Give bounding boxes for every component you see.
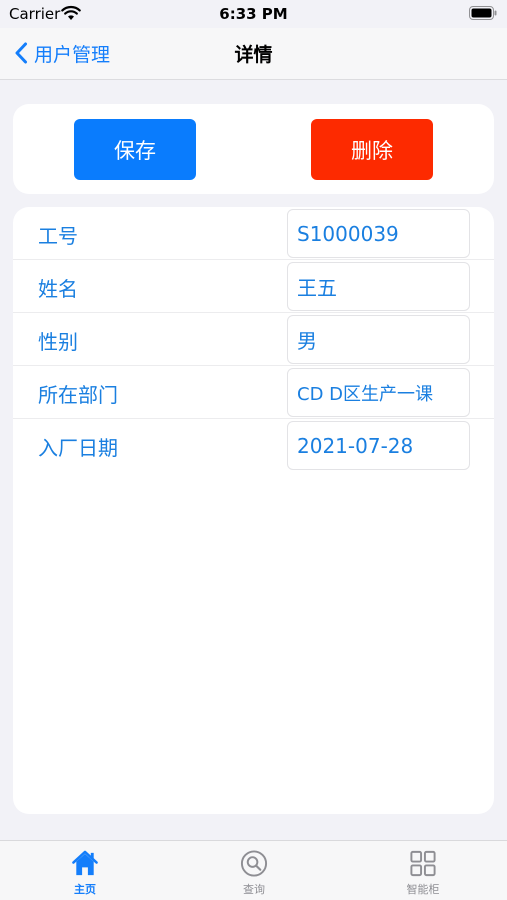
home-icon: [72, 850, 98, 876]
battery-icon: [469, 6, 497, 20]
tab-home[interactable]: 主页: [35, 849, 135, 897]
name-label: 姓名: [38, 277, 78, 301]
screen: Carrier 6:33 PM 用户管理 详情 保存 删除 工号 S100003…: [0, 0, 507, 900]
employee-id-field[interactable]: S1000039: [287, 209, 470, 258]
form-row-name: 姓名 王五: [13, 260, 494, 313]
page-title: 详情: [234, 44, 273, 66]
action-card: 保存 删除: [13, 104, 494, 194]
department-label: 所在部门: [38, 383, 118, 407]
form-row-department: 所在部门 CD D区生产一课: [13, 366, 494, 419]
tab-search-label: 查询: [243, 883, 265, 896]
form-row-employee-id: 工号 S1000039: [13, 207, 494, 260]
join-date-field[interactable]: 2021-07-28: [287, 421, 470, 470]
grid-icon: [410, 850, 436, 877]
tab-smart-cabinet[interactable]: 智能柜: [373, 849, 473, 897]
name-field[interactable]: 王五: [287, 262, 470, 311]
delete-button[interactable]: 删除: [311, 119, 433, 180]
employee-id-label: 工号: [38, 224, 78, 248]
tab-search[interactable]: 查询: [204, 849, 304, 897]
navigation-bar: 用户管理 详情: [0, 28, 507, 80]
tab-home-label: 主页: [74, 883, 96, 896]
save-button[interactable]: 保存: [74, 119, 196, 180]
status-time: 6:33 PM: [219, 5, 288, 23]
tab-smart-cabinet-label: 智能柜: [406, 883, 440, 896]
gender-label: 性别: [38, 330, 78, 354]
status-bar: Carrier 6:33 PM: [0, 0, 507, 28]
tab-bar: 主页 查询 智能柜: [0, 840, 507, 900]
department-field[interactable]: CD D区生产一课: [287, 368, 470, 417]
form-row-join-date: 入厂日期 2021-07-28: [13, 419, 494, 472]
form-row-gender: 性别 男: [13, 313, 494, 366]
gender-field[interactable]: 男: [287, 315, 470, 364]
search-icon: [240, 850, 268, 877]
join-date-label: 入厂日期: [38, 436, 118, 460]
detail-form: 工号 S1000039 姓名 王五 性别 男 所在部门 CD D区生产一课 入厂…: [13, 207, 494, 814]
